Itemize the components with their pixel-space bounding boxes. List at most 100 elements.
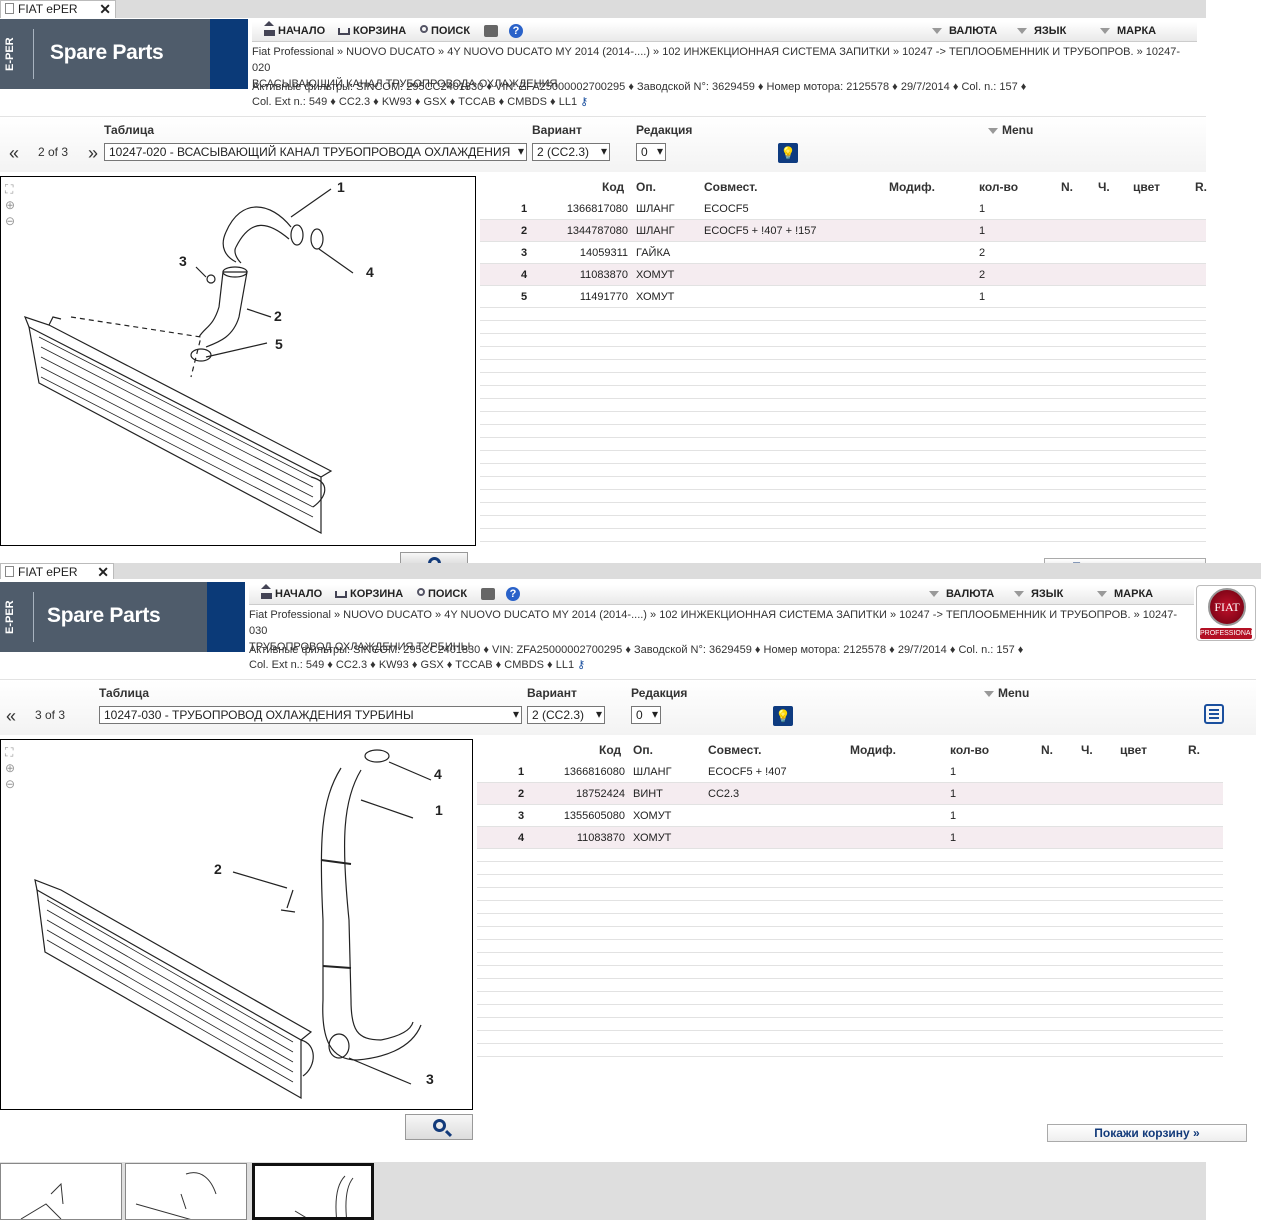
table-select[interactable]: 10247-030 - ТРУБОПРОВОД ОХЛАЖДЕНИЯ ТУРБИ… <box>99 706 522 724</box>
part-qty: 1 <box>950 810 957 822</box>
prev-table-button[interactable]: « <box>6 706 16 727</box>
close-tab-icon[interactable]: ✕ <box>97 564 109 580</box>
brand-menu[interactable]: МАРКА <box>1097 588 1153 600</box>
show-cart-button[interactable]: Покажи корзину » <box>1047 1124 1247 1142</box>
edition-select[interactable]: 0 <box>631 706 661 724</box>
search-label: ПОИСК <box>428 588 468 600</box>
empty-row <box>480 529 1206 542</box>
filter-key-icon[interactable]: ⚷ <box>580 96 588 108</box>
language-label: ЯЗЫК <box>1031 588 1064 600</box>
part-code: 11491770 <box>579 291 628 303</box>
table-row[interactable]: 2 1344787080 ШЛАНГ ECOCF5 + !407 + !157 1 <box>480 220 1206 242</box>
table-select[interactable]: 10247-020 - ВСАСЫВАЮЩИЙ КАНАЛ ТРУБОПРОВО… <box>104 143 527 161</box>
language-menu[interactable]: ЯЗЫК <box>1014 588 1063 600</box>
part-code: 14059311 <box>579 247 628 259</box>
page-indicator: 3 of 3 <box>35 708 66 722</box>
empty-row <box>477 953 1223 966</box>
table-row[interactable]: 4 11083870 ХОМУТ 2 <box>480 264 1206 286</box>
list-view-icon[interactable] <box>1204 704 1224 724</box>
table-header: Код Оп. Совмест. Модиф. кол-во N. Ч. цве… <box>477 739 1223 761</box>
lightbulb-icon[interactable]: 💡 <box>773 706 793 726</box>
language-menu[interactable]: ЯЗЫК <box>1017 25 1066 37</box>
browser-tab[interactable]: FIAT ePER ✕ <box>0 563 114 580</box>
part-code: 1355605080 <box>563 810 625 822</box>
table-row[interactable]: 1 1366816080 ШЛАНГ ECOCF5 + !407 1 <box>477 761 1223 783</box>
brand-label: МАРКА <box>1117 25 1157 37</box>
parts-table: Код Оп. Совмест. Модиф. кол-во N. Ч. цве… <box>480 176 1207 542</box>
part-operation: ХОМУТ <box>636 269 675 281</box>
empty-row <box>480 308 1206 321</box>
part-operation: ГАЙКА <box>636 247 671 259</box>
dropdown-triangle-icon <box>1014 591 1024 597</box>
print-button[interactable] <box>481 588 495 600</box>
tab-bar: FIAT ePER ✕ <box>0 0 1206 18</box>
table-row[interactable]: 5 11491770 ХОМУТ 1 <box>480 286 1206 308</box>
table-row[interactable]: 1 1366817080 ШЛАНГ ECOCF5 1 <box>480 198 1206 220</box>
prev-table-button[interactable]: « <box>9 143 19 164</box>
parts-drawing[interactable]: ⛶ ⊕ ⊖ 1 2 3 4 5 <box>0 176 476 546</box>
menu-toggle[interactable]: Menu <box>984 686 1029 700</box>
browser-tab[interactable]: FIAT ePER ✕ <box>0 0 116 18</box>
help-button[interactable]: ? <box>509 24 523 38</box>
cart-button[interactable]: КОРЗИНА <box>338 25 406 37</box>
part-number: 2 <box>521 225 528 237</box>
filter-key-icon[interactable]: ⚷ <box>577 659 585 671</box>
close-tab-icon[interactable]: ✕ <box>99 1 111 17</box>
part-number: 3 <box>518 810 525 822</box>
spare-parts-logo: E-PER Spare Parts <box>0 582 245 652</box>
table-row[interactable]: 3 1355605080 ХОМУТ 1 <box>477 805 1223 827</box>
menu-toggle[interactable]: Menu <box>988 123 1033 137</box>
table-row[interactable]: 2 18752424 ВИНТ CC2.3 1 <box>477 783 1223 805</box>
help-icon: ? <box>509 24 523 38</box>
logo-title: Spare Parts <box>50 41 164 64</box>
print-button[interactable] <box>484 25 498 37</box>
thumbnail-2[interactable] <box>125 1163 247 1220</box>
variant-select[interactable]: 2 (CC2.3) <box>527 706 605 724</box>
search-button[interactable]: ПОИСК <box>420 25 470 37</box>
search-button[interactable]: ПОИСК <box>417 588 467 600</box>
edition-label: Редакция <box>636 123 693 137</box>
part-qty: 1 <box>950 788 957 800</box>
filters-line-2: Col. Ext n.: 549 ♦ CC2.3 ♦ KW93 ♦ GSX ♦ … <box>249 659 575 671</box>
empty-row <box>477 927 1223 940</box>
table-row[interactable]: 4 11083870 ХОМУТ 1 <box>477 827 1223 849</box>
variant-select[interactable]: 2 (CC2.3) <box>532 143 610 161</box>
currency-menu[interactable]: ВАЛЮТА <box>932 25 997 37</box>
empty-row <box>480 386 1206 399</box>
help-button[interactable]: ? <box>506 587 520 601</box>
home-icon <box>264 21 275 36</box>
parts-table: Код Оп. Совмест. Модиф. кол-во N. Ч. цве… <box>477 739 1223 1057</box>
next-table-button[interactable]: » <box>88 143 98 164</box>
home-button[interactable]: НАЧАЛО <box>261 584 322 600</box>
drawing-search-button[interactable] <box>405 1114 473 1140</box>
part-code: 18752424 <box>576 788 625 800</box>
part-number: 1 <box>521 203 528 215</box>
brand-menu[interactable]: МАРКА <box>1100 25 1156 37</box>
empty-row <box>477 1031 1223 1044</box>
thumbnail-1[interactable] <box>0 1163 122 1220</box>
part-compat: CC2.3 <box>708 788 740 800</box>
drawing-thumbnails <box>0 1162 1206 1220</box>
empty-row <box>477 888 1223 901</box>
dropdown-triangle-icon <box>1017 28 1027 34</box>
cart-button[interactable]: КОРЗИНА <box>335 588 403 600</box>
edition-select[interactable]: 0 <box>636 143 666 161</box>
eper-logo-text: E-PER <box>4 600 16 634</box>
dropdown-triangle-icon <box>984 691 994 697</box>
currency-label: ВАЛЮТА <box>949 25 998 37</box>
col-color: цвет <box>1133 180 1160 194</box>
breadcrumb-line-1[interactable]: Fiat Professional » NUOVO DUCATO » 4Y NU… <box>252 44 1197 76</box>
col-compat: Совмест. <box>704 180 758 194</box>
brand-label: МАРКА <box>1114 588 1154 600</box>
cart-label: КОРЗИНА <box>350 588 404 600</box>
home-button[interactable]: НАЧАЛО <box>264 21 325 37</box>
part-number: 1 <box>518 766 525 778</box>
breadcrumb-line-1[interactable]: Fiat Professional » NUOVO DUCATO » 4Y NU… <box>249 607 1194 639</box>
home-icon <box>261 584 272 599</box>
thumbnail-3[interactable] <box>252 1163 374 1220</box>
currency-label: ВАЛЮТА <box>946 588 995 600</box>
currency-menu[interactable]: ВАЛЮТА <box>929 588 994 600</box>
table-row[interactable]: 3 14059311 ГАЙКА 2 <box>480 242 1206 264</box>
lightbulb-icon[interactable]: 💡 <box>778 143 798 163</box>
parts-drawing[interactable]: ⛶ ⊕ ⊖ 1 2 3 4 <box>0 739 473 1110</box>
